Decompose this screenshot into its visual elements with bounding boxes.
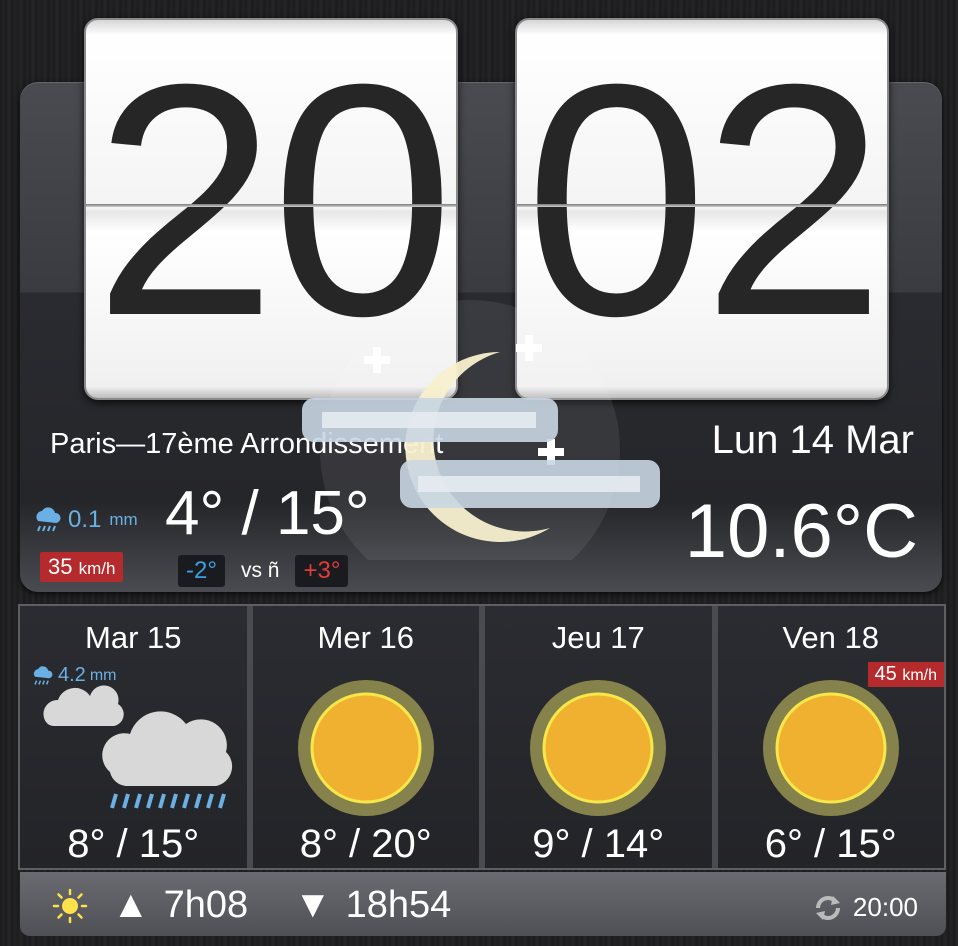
rain-cloud-icon [36, 507, 61, 532]
today-rain-value: 0.1 [68, 506, 102, 533]
today-rain: 0.1 mm [32, 506, 138, 534]
sun-icon [530, 680, 667, 816]
forecast-temps: 6° / 15° [764, 822, 897, 866]
forecast-wind-unit: km/h [902, 667, 937, 684]
sunrise-time: 7h08 [163, 884, 249, 926]
today-rain-unit: mm [109, 510, 138, 529]
compare-vs: vs ñ [240, 559, 280, 582]
rain-cloud-icon [43, 685, 233, 809]
today-wind-badge: 35 km/h [40, 552, 124, 582]
forecast-day-2[interactable]: Mer 16 8° / 20° [252, 606, 479, 868]
forecast-day-name: Mer 16 [317, 620, 414, 655]
compare-low: -2° [178, 555, 225, 587]
updated-time: 20:00 [852, 892, 918, 922]
forecast-temps: 8° / 15° [67, 822, 200, 866]
forecast-day-4[interactable]: Ven 18 45 km/h 6° / 15° [717, 606, 944, 868]
sun-icon [52, 888, 88, 924]
current-date: Lun 14 Mar [711, 418, 914, 462]
refresh-button[interactable]: 20:00 [813, 892, 918, 923]
forecast-day-3[interactable]: Jeu 17 9° / 14° [485, 606, 712, 868]
refresh-icon [815, 895, 840, 920]
forecast-temps: 8° / 20° [299, 822, 432, 866]
compare-high: +3° [295, 555, 349, 587]
forecast-day-name: Mar 15 [85, 620, 182, 655]
sun-icon [297, 680, 434, 816]
temp-comparison: -2° vs ñ +3° [178, 555, 349, 587]
forecast-temps: 9° / 14° [532, 822, 665, 866]
sunrise: ▲ 7h08 [112, 884, 248, 927]
today-wind-unit: km/h [78, 559, 116, 578]
current-temperature: 10.6°C [684, 489, 918, 574]
sunset-arrow-icon: ▼ [294, 884, 332, 926]
forecast-day-name: Ven 18 [782, 620, 880, 655]
sunrise-arrow-icon: ▲ [112, 884, 150, 926]
forecast-wind-value: 45 [874, 663, 897, 685]
forecast-row: Mar 15 4.2 mm 8° / 15° Mer 16 8° / 20° J… [18, 604, 946, 870]
forecast-wind-badge: 45 km/h [867, 662, 944, 687]
sun-times-bar: ▲ 7h08 ▼ 18h54 20:00 [20, 872, 946, 936]
sunset-time: 18h54 [345, 884, 452, 926]
forecast-day-name: Jeu 17 [551, 620, 645, 655]
today-wind-value: 35 [48, 554, 73, 579]
today-temp-range: 4° / 15° [165, 479, 370, 548]
sunset: ▼ 18h54 [294, 884, 451, 927]
forecast-day-1[interactable]: Mar 15 4.2 mm 8° / 15° [20, 606, 247, 868]
sun-icon [762, 680, 899, 816]
